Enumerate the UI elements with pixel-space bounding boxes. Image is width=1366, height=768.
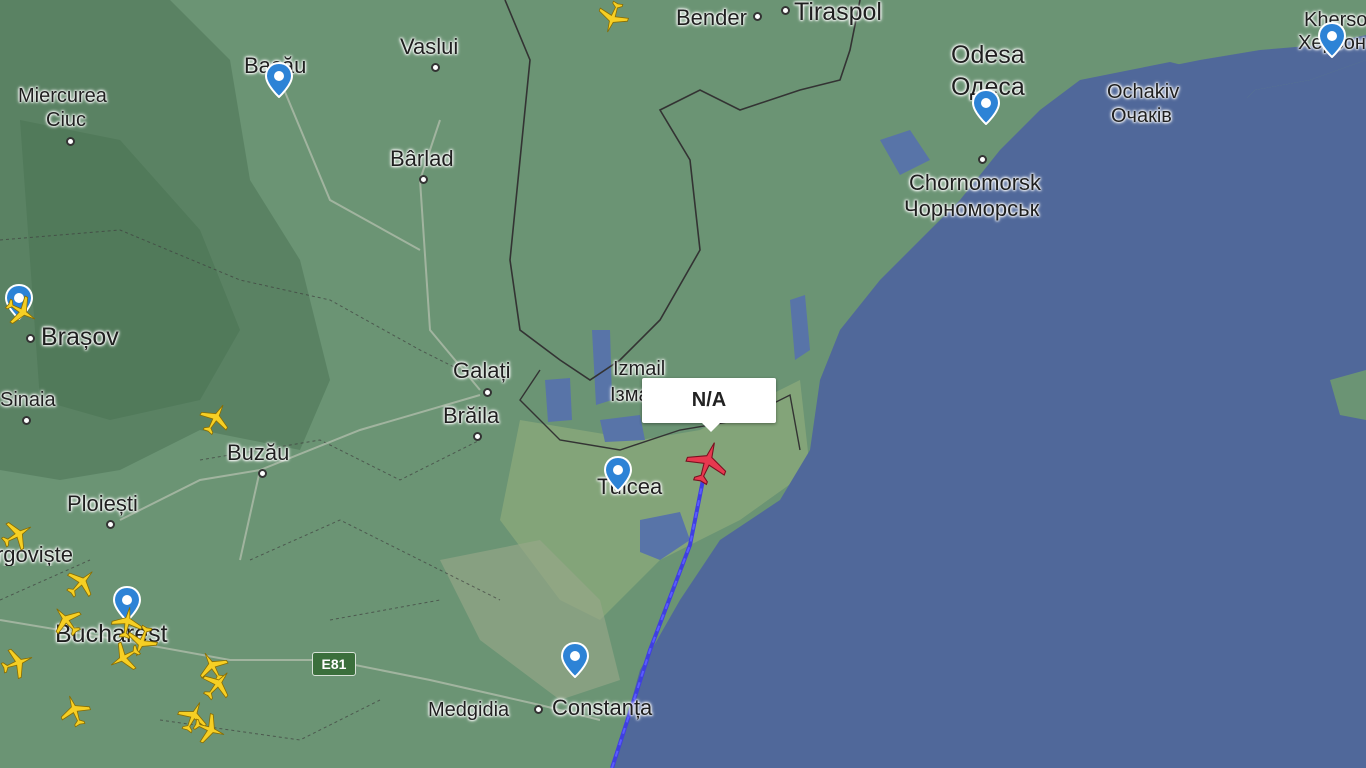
road-e81-badge: E81 bbox=[312, 652, 356, 676]
city-buzau: Buzău bbox=[227, 440, 290, 465]
city-ploiesti: Ploiești bbox=[67, 491, 138, 516]
city-dot bbox=[483, 388, 492, 397]
city-medgidia: Medgidia bbox=[428, 699, 510, 721]
city-tiraspol: Tiraspol bbox=[794, 0, 882, 26]
city-constanta: Constanța bbox=[552, 695, 653, 720]
city-odesa: Odesa bbox=[951, 41, 1025, 69]
city-dot bbox=[66, 137, 75, 146]
city-bender: Bender bbox=[676, 5, 747, 30]
city-dot bbox=[781, 6, 790, 15]
selected-flight-label[interactable]: N/A bbox=[642, 378, 776, 432]
city-brasov: Brașov bbox=[41, 323, 119, 351]
airport-pin-icon[interactable] bbox=[1318, 22, 1346, 58]
city-dot bbox=[22, 416, 31, 425]
city-sinaia: Sinaia bbox=[0, 389, 56, 411]
airport-pin-icon[interactable] bbox=[604, 456, 632, 492]
city-dot bbox=[534, 705, 543, 714]
airport-pin-icon[interactable] bbox=[972, 89, 1000, 125]
city-braila: Brăila bbox=[443, 403, 500, 428]
airport-pin-icon[interactable] bbox=[561, 642, 589, 678]
city-dot bbox=[431, 63, 440, 72]
city-dot bbox=[258, 469, 267, 478]
city-dot bbox=[106, 520, 115, 529]
city-ochakiv-cyrillic: Очаків bbox=[1111, 105, 1172, 127]
city-ciuc: Ciuc bbox=[46, 109, 87, 131]
city-chornomorsk-cyrillic: Чорноморськ bbox=[904, 196, 1040, 221]
city-barlad: Bârlad bbox=[390, 146, 454, 171]
city-dot bbox=[978, 155, 987, 164]
city-vaslui: Vaslui bbox=[400, 34, 459, 59]
city-chornomorsk: Chornomorsk bbox=[909, 170, 1042, 195]
city-miercurea: Miercurea bbox=[18, 85, 107, 107]
lake bbox=[545, 378, 572, 422]
city-ochakiv: Ochakiv bbox=[1107, 81, 1180, 103]
city-dot bbox=[753, 12, 762, 21]
city-dot bbox=[26, 334, 35, 343]
city-dot bbox=[473, 432, 482, 441]
city-dot bbox=[419, 175, 428, 184]
airport-pin-icon[interactable] bbox=[265, 62, 293, 98]
city-izmail: Izmail bbox=[613, 358, 666, 380]
city-galati: Galați bbox=[453, 358, 511, 383]
